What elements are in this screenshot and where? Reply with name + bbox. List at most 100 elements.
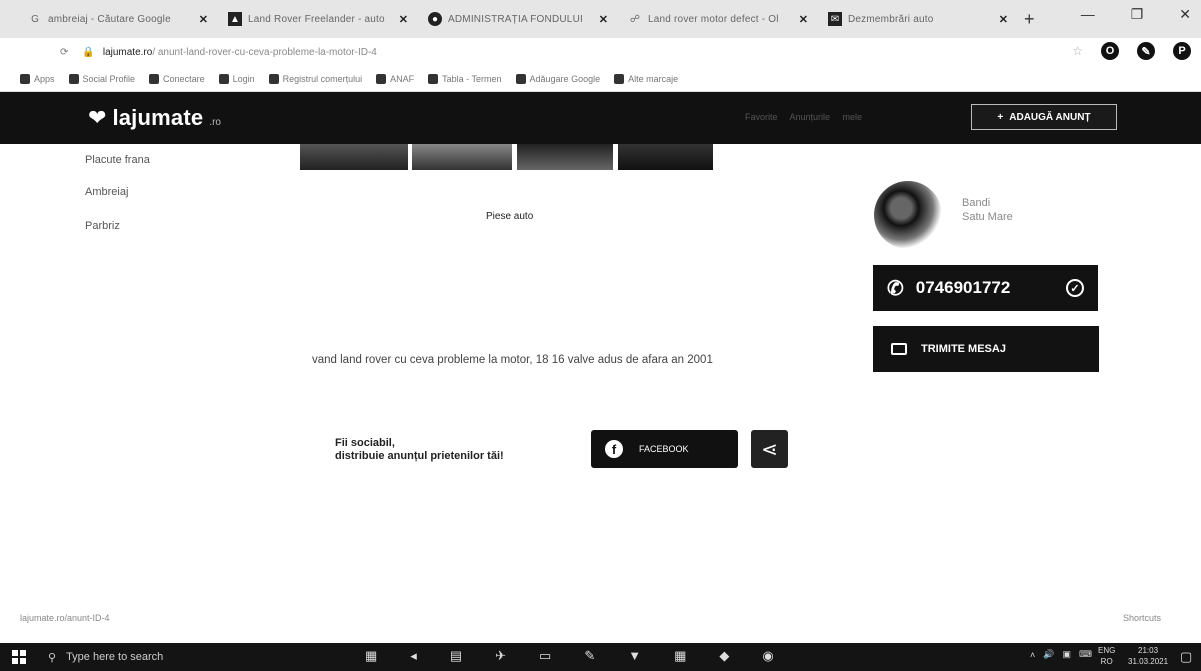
keyboard-icon[interactable]: ⌨ bbox=[1079, 649, 1092, 660]
plus-icon: + bbox=[997, 111, 1004, 123]
bookmark-item[interactable]: Social Profile bbox=[68, 73, 135, 84]
listing-thumbnail[interactable] bbox=[618, 144, 713, 170]
shield-icon bbox=[268, 73, 279, 84]
bookmark-item[interactable]: Alte marcaje bbox=[614, 73, 678, 84]
reload-icon[interactable]: ⟳ bbox=[60, 47, 68, 58]
site-header: ❤ lajumate .ro Favorite Anunțurile mele … bbox=[0, 92, 1201, 144]
seller-avatar[interactable] bbox=[874, 181, 942, 249]
browser-tab[interactable]: ● ADMINISTRAȚIA FONDULUI ✕ bbox=[418, 4, 618, 34]
header-links[interactable]: Favorite Anunțurile mele bbox=[745, 112, 862, 122]
heart-logo-icon: ❤ bbox=[88, 105, 107, 130]
bookmark-icon bbox=[149, 73, 160, 84]
app-icon[interactable]: ✈ bbox=[495, 648, 506, 664]
seller-info: Bandi Satu Mare bbox=[962, 196, 1013, 224]
category-link[interactable]: Parbriz bbox=[85, 220, 120, 232]
listing-thumbnail[interactable] bbox=[300, 144, 408, 170]
bookmark-item[interactable]: Login bbox=[218, 73, 255, 84]
search-icon: ⚲ bbox=[48, 651, 57, 664]
site-icon: ▲ bbox=[228, 12, 242, 26]
facebook-icon: f bbox=[605, 440, 623, 458]
close-tab-icon[interactable]: ✕ bbox=[399, 13, 408, 26]
new-tab-button[interactable]: + bbox=[1024, 9, 1035, 30]
clock[interactable]: 21:03 31.03.2021 bbox=[1128, 645, 1168, 667]
bookmark-item[interactable]: ANAF bbox=[376, 73, 414, 84]
taskbar: ⚲ Type here to search ▦ ◂ ▤ ✈ ▭ ✎ ▼ ▦ ◆ … bbox=[0, 643, 1201, 671]
bookmark-icon bbox=[428, 73, 439, 84]
listing-thumbnail[interactable] bbox=[412, 144, 512, 170]
close-window-icon[interactable]: ✕ bbox=[1179, 6, 1191, 23]
taskbar-search[interactable]: ⚲ Type here to search bbox=[48, 643, 163, 671]
listing-category-label: Piese auto bbox=[486, 211, 534, 222]
tab-title: ambreiaj - Căutare Google bbox=[48, 13, 171, 25]
folder-icon bbox=[614, 73, 625, 84]
tab-title: ADMINISTRAȚIA FONDULUI bbox=[448, 13, 583, 25]
volume-icon[interactable]: 🔊 bbox=[1043, 649, 1054, 660]
app-icon[interactable]: ◂ bbox=[410, 648, 417, 664]
browser-tab-strip: G ambreiaj - Căutare Google ✕ ▲ Land Rov… bbox=[0, 0, 1201, 38]
app-icon[interactable]: ▼ bbox=[628, 648, 641, 664]
extensions-area: ☆ O ✎ P bbox=[1072, 42, 1191, 60]
language-indicator[interactable]: ENG RO bbox=[1098, 645, 1115, 667]
social-share-text: Fii sociabil, distribuie anunțul prieten… bbox=[335, 437, 504, 462]
opera-extension-icon[interactable]: O bbox=[1101, 42, 1119, 60]
status-url: lajumate.ro/anunt-ID-4 bbox=[20, 613, 110, 623]
bookmark-item[interactable]: Apps bbox=[20, 73, 55, 84]
profile-avatar[interactable]: P bbox=[1173, 42, 1191, 60]
taskbar-apps: ▦ ◂ ▤ ✈ ▭ ✎ ▼ ▦ ◆ ◉ bbox=[365, 648, 774, 664]
app-icon[interactable]: ◉ bbox=[762, 648, 773, 664]
listing-description: vand land rover cu ceva probleme la moto… bbox=[312, 354, 713, 366]
bookmark-item[interactable]: Conectare bbox=[149, 73, 205, 84]
browser-tab[interactable]: ✉ Dezmembrări auto ✕ bbox=[818, 4, 1018, 34]
apps-icon bbox=[20, 73, 30, 84]
file-explorer-icon[interactable]: ▭ bbox=[539, 648, 551, 664]
bookmarks-bar: Apps Social Profile Conectare Login Regi… bbox=[0, 66, 1201, 92]
site-icon: ✉ bbox=[828, 12, 842, 26]
send-message-button[interactable]: TRIMITE MESAJ bbox=[873, 326, 1099, 372]
close-tab-icon[interactable]: ✕ bbox=[599, 13, 608, 26]
bookmark-icon bbox=[218, 73, 229, 84]
window-controls: — ❐ ✕ bbox=[1081, 6, 1191, 23]
close-tab-icon[interactable]: ✕ bbox=[199, 13, 208, 26]
minimize-icon[interactable]: — bbox=[1081, 6, 1095, 23]
bookmark-item[interactable]: Tabla - Termen bbox=[428, 73, 502, 84]
windows-start-icon[interactable] bbox=[12, 650, 26, 664]
status-right: Shortcuts bbox=[1123, 613, 1162, 623]
bookmark-item[interactable]: Registrul comerțului bbox=[268, 73, 362, 84]
app-icon[interactable]: ▤ bbox=[450, 648, 462, 664]
app-icon[interactable]: ◆ bbox=[719, 648, 729, 664]
extension-icon[interactable]: ✎ bbox=[1137, 42, 1155, 60]
calculator-icon[interactable]: ▦ bbox=[674, 648, 686, 664]
network-icon[interactable]: ▣ bbox=[1062, 649, 1071, 660]
category-link[interactable]: Placute frana bbox=[85, 154, 150, 166]
seller-name[interactable]: Bandi bbox=[962, 196, 1013, 210]
maximize-icon[interactable]: ❐ bbox=[1131, 6, 1144, 23]
star-icon[interactable]: ☆ bbox=[1072, 44, 1083, 58]
category-link[interactable]: Ambreiaj bbox=[85, 186, 128, 198]
facebook-share-button[interactable]: f FACEBOOK bbox=[591, 430, 738, 468]
app-icon[interactable]: ✎ bbox=[584, 648, 595, 664]
listing-thumbnail[interactable] bbox=[517, 144, 613, 170]
google-icon: G bbox=[31, 13, 39, 25]
bookmark-icon bbox=[68, 73, 79, 84]
message-icon bbox=[891, 343, 907, 355]
address-bar[interactable]: ⟳ 🔒 lajumate.ro/ anunt-land-rover-cu-cev… bbox=[0, 38, 1201, 66]
lock-icon[interactable]: 🔒 bbox=[82, 47, 94, 58]
phone-button[interactable]: ✆ 0746901772 ✓ bbox=[873, 265, 1098, 311]
verified-check-icon: ✓ bbox=[1066, 279, 1084, 297]
notification-icon[interactable]: ▢ bbox=[1180, 649, 1192, 665]
chevron-up-icon[interactable]: ˄ bbox=[1030, 650, 1035, 660]
task-view-icon[interactable]: ▦ bbox=[365, 648, 377, 664]
seller-location: Satu Mare bbox=[962, 211, 1013, 223]
add-listing-button[interactable]: + ADAUGĂ ANUNȚ bbox=[971, 104, 1117, 130]
browser-tab[interactable]: G ambreiaj - Căutare Google ✕ bbox=[18, 4, 218, 34]
bookmark-item[interactable]: Adăugare Google bbox=[515, 73, 600, 84]
share-button[interactable]: ⋖ bbox=[751, 430, 788, 468]
close-tab-icon[interactable]: ✕ bbox=[799, 13, 808, 26]
browser-tab[interactable]: ▲ Land Rover Freelander - auto ✕ bbox=[218, 4, 418, 34]
url-text: lajumate.ro/ anunt-land-rover-cu-ceva-pr… bbox=[102, 46, 377, 58]
bookmark-icon bbox=[376, 73, 387, 84]
browser-tab[interactable]: ☍ Land rover motor defect - Ol ✕ bbox=[618, 4, 818, 34]
site-logo[interactable]: ❤ lajumate .ro bbox=[88, 105, 221, 131]
close-tab-icon[interactable]: ✕ bbox=[999, 13, 1008, 26]
site-icon: ☍ bbox=[629, 13, 641, 25]
